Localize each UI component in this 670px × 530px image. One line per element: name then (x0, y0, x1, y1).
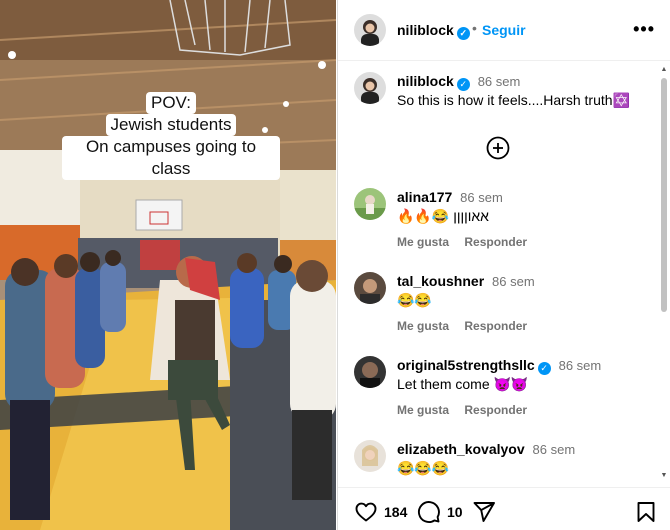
comment-reply-button[interactable]: Responder (464, 403, 527, 417)
verified-badge-icon: ✓ (537, 362, 551, 375)
comment-username[interactable]: original5strengthsllc (397, 357, 535, 373)
video-caption: POV: Jewish students On campuses going t… (62, 92, 280, 180)
caption-line-1: POV: (146, 92, 196, 114)
comments-list[interactable]: niliblock ✓ 86 sem So this is how it feel… (338, 62, 670, 486)
load-more-comments-button[interactable] (486, 136, 510, 160)
star-of-david-emoji: ✡️ (612, 92, 630, 108)
comment-time[interactable]: 86 sem (460, 190, 503, 205)
comment-text: 😂😂😂 (397, 460, 450, 476)
verified-badge-icon: ✓ (456, 78, 470, 91)
comment-text: 😂😂 (397, 292, 432, 308)
like-count[interactable]: 184 (384, 504, 407, 520)
share-button[interactable] (472, 500, 496, 524)
scrollbar-thumb[interactable] (661, 78, 667, 312)
comment-text: Let them come 👿👿 (397, 376, 529, 392)
comment-time[interactable]: 86 sem (492, 274, 535, 289)
commenter-avatar[interactable] (354, 356, 386, 388)
author-username-text[interactable]: niliblock (397, 22, 454, 38)
comment-count[interactable]: 10 (447, 504, 463, 520)
comment-button[interactable]: 10 (417, 500, 463, 524)
like-button[interactable]: 184 (354, 500, 407, 524)
bookmark-icon[interactable] (634, 500, 658, 524)
video-frame (0, 0, 336, 530)
comment-reply-button[interactable]: Responder (464, 235, 527, 249)
post-actions-bar: 184 10 (338, 487, 670, 530)
comment-username[interactable]: tal_koushner (397, 273, 484, 289)
caption-author-avatar[interactable] (354, 72, 386, 104)
save-button[interactable] (634, 500, 658, 524)
heart-icon[interactable] (354, 500, 378, 524)
post-media[interactable]: POV: Jewish students On campuses going t… (0, 0, 336, 530)
scroll-down-arrow-icon[interactable]: ▼ (660, 472, 668, 480)
separator-dot: • (472, 20, 477, 36)
comment-like-button[interactable]: Me gusta (397, 235, 449, 249)
caption-line-2: Jewish students (105, 114, 237, 136)
commenter-avatar[interactable] (354, 272, 386, 304)
scroll-up-arrow-icon[interactable]: ▲ (660, 66, 668, 74)
more-horizontal-icon[interactable]: ••• (633, 20, 655, 38)
send-icon[interactable] (472, 500, 496, 524)
verified-badge-icon: ✓ (456, 27, 470, 40)
comment-username[interactable]: alina177 (397, 189, 452, 205)
comment-like-button[interactable]: Me gusta (397, 403, 449, 417)
author-username[interactable]: niliblock ✓ (397, 22, 470, 40)
comment-username[interactable]: elizabeth_kovalyov (397, 441, 525, 457)
author-avatar[interactable] (354, 14, 386, 46)
comment-time[interactable]: 86 sem (559, 358, 602, 373)
comments-scrollbar[interactable]: ▲ ▼ (660, 66, 668, 482)
post-details-panel: niliblock ✓ • Seguir ••• niliblock ✓ 86 se… (337, 0, 670, 530)
plus-circle-icon[interactable] (486, 136, 510, 160)
post-header: niliblock ✓ • Seguir ••• (338, 0, 670, 61)
comment-bubble-icon[interactable] (417, 500, 441, 524)
follow-button[interactable]: Seguir (482, 22, 526, 38)
commenter-avatar[interactable] (354, 188, 386, 220)
commenter-avatar[interactable] (354, 440, 386, 472)
caption-username[interactable]: niliblock (397, 73, 454, 89)
comment-reply-button[interactable]: Responder (464, 319, 527, 333)
comment-like-button[interactable]: Me gusta (397, 319, 449, 333)
comment-time[interactable]: 86 sem (533, 442, 576, 457)
caption-text: So this is how it feels....Harsh truth (397, 92, 613, 108)
caption-line-3: On campuses going to class (62, 136, 280, 180)
caption-time[interactable]: 86 sem (478, 74, 521, 89)
comment-text: 🔥🔥😂 אאוןןןן (397, 208, 489, 224)
